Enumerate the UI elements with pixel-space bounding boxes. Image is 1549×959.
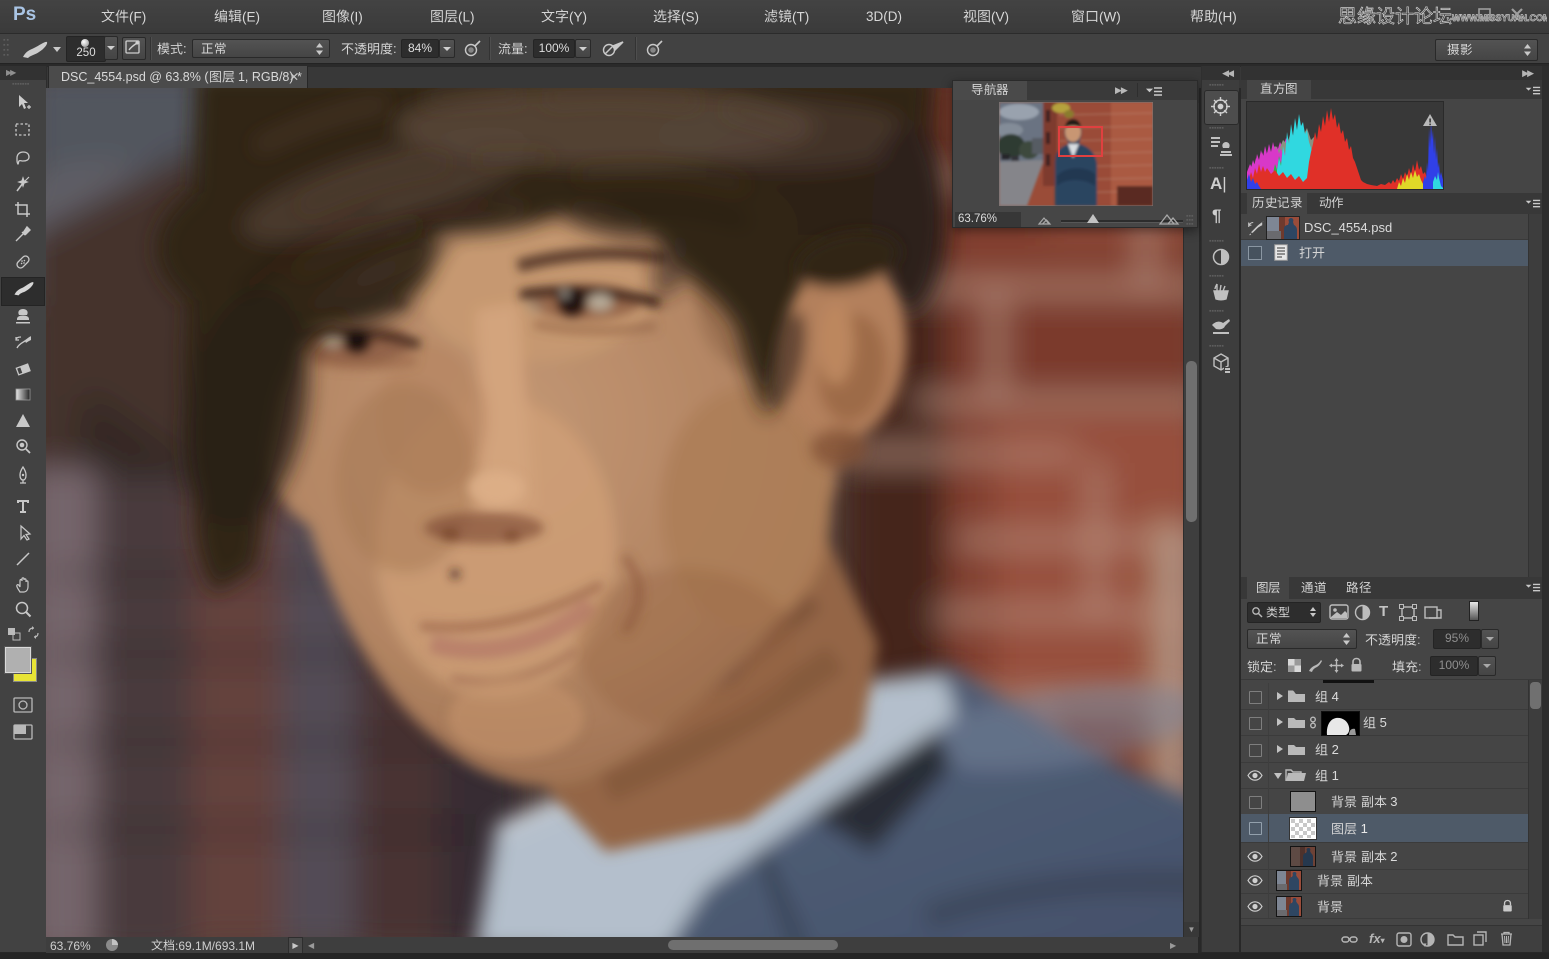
svg-text:▾: ▾	[1423, 942, 1427, 947]
